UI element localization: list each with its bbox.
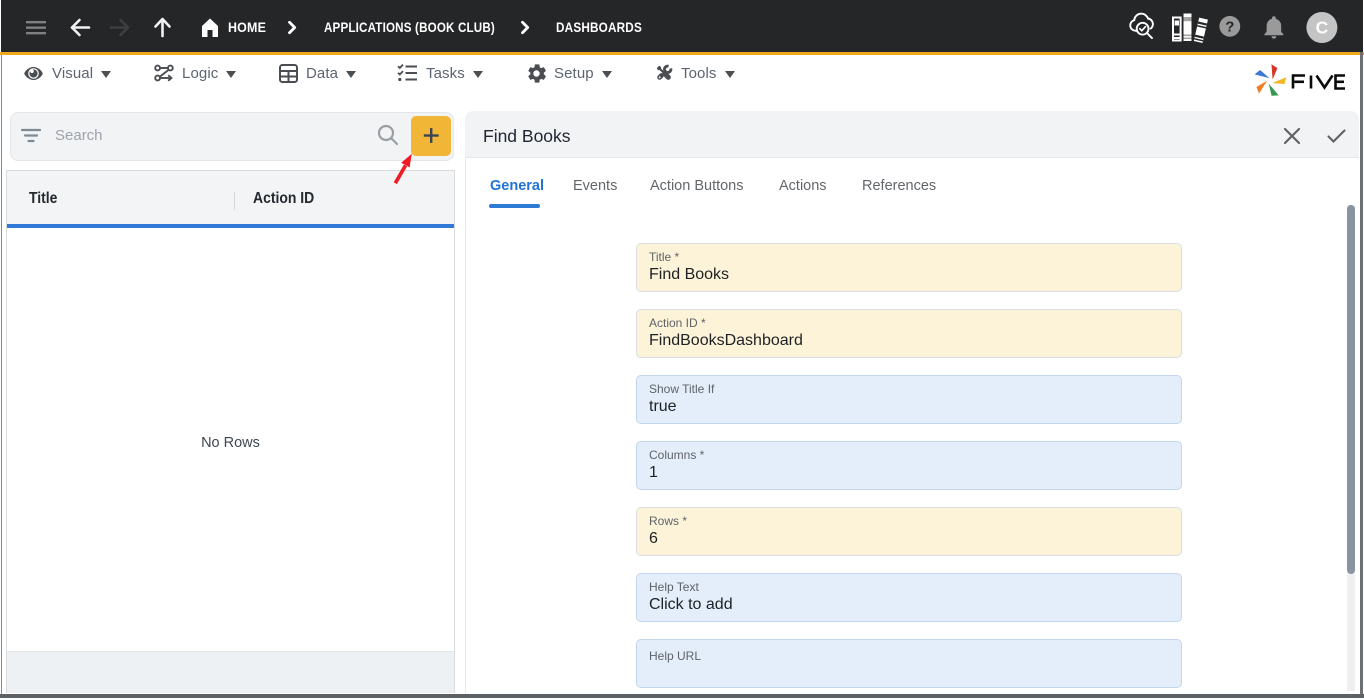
svg-text:?: ? [1225,19,1234,36]
svg-text:C: C [1316,18,1329,38]
